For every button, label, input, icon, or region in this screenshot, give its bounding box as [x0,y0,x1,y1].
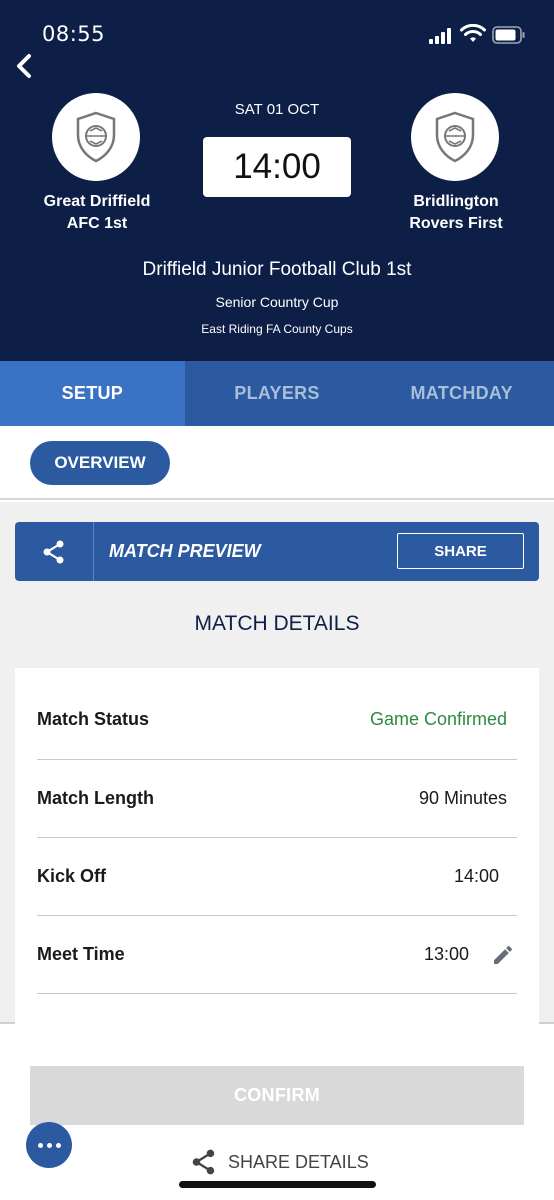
tab-setup[interactable]: SETUP [0,361,185,426]
overview-pill-button[interactable]: OVERVIEW [30,441,170,485]
competition-name: Senior Country Cup [215,294,339,310]
share-button[interactable]: SHARE [397,533,524,569]
match-header: 08:55 Great Driffield AFC 1st SAT 01 OCT… [0,0,554,361]
away-team-name: Bridlington Rovers First [381,191,531,235]
home-team-name-line2: AFC 1st [66,215,128,232]
detail-row-match-length[interactable]: Match Length 90 Minutes [37,760,517,838]
back-chevron-icon[interactable] [10,50,40,82]
share-icon [43,540,64,563]
detail-label: Meet Time [37,944,125,964]
detail-value: Game Confirmed [369,709,507,729]
club-name: Driffield Junior Football Club 1st [142,259,412,280]
league-name: East Riding FA County Cups [201,322,353,336]
signal-icon [429,28,453,44]
shield-ball-icon [435,111,475,163]
home-indicator [179,1181,376,1188]
home-team-name: Great Driffield AFC 1st [22,191,172,235]
tab-bar: SETUP PLAYERS MATCHDAY [0,361,554,426]
battery-icon [492,26,525,44]
home-team-name-line1: Great Driffield [43,193,151,210]
tab-matchday[interactable]: MATCHDAY [369,361,554,426]
match-details-card: Match Status Game Confirmed Match Length… [15,668,539,1024]
detail-label: Kick Off [37,866,107,886]
confirm-button[interactable]: CONFIRM [30,1066,524,1125]
tab-players[interactable]: PLAYERS [185,361,370,426]
more-dots-icon [46,1142,52,1148]
away-team-crest [411,93,499,181]
pencil-icon[interactable] [491,943,515,967]
detail-value: 13:00 [423,944,469,964]
detail-value: 14:00 [453,866,499,886]
away-team-name-line2: Rovers First [409,215,503,232]
more-dots-icon [55,1142,61,1148]
detail-row-match-status[interactable]: Match Status Game Confirmed [37,668,517,760]
share-details-button[interactable]: SHARE DETAILS [190,1146,369,1178]
status-time: 08:55 [42,22,106,46]
share-icon [192,1149,215,1175]
detail-row-kick-off[interactable]: Kick Off 14:00 [37,838,517,916]
match-preview-bar: MATCH PREVIEW SHARE [15,522,539,581]
more-dots-icon [37,1142,43,1148]
kick-off-time: 14:00 [203,137,351,197]
share-details-label: SHARE DETAILS [228,1151,369,1172]
status-bar: 08:55 [0,0,554,60]
detail-label: Match Length [37,788,154,808]
away-team-name-line1: Bridlington [413,193,499,210]
match-preview-title: MATCH PREVIEW [109,541,261,561]
setup-content: MATCH PREVIEW SHARE MATCH DETAILS Match … [0,502,554,1024]
detail-value: 90 Minutes [418,788,507,808]
preview-share-button[interactable] [15,522,94,581]
match-details-title: MATCH DETAILS [194,612,360,635]
sub-nav: OVERVIEW [0,426,554,500]
wifi-icon [460,24,486,42]
detail-label: Match Status [37,709,150,729]
shield-ball-icon [76,111,116,163]
more-options-button[interactable] [26,1122,72,1168]
detail-row-meet-time[interactable]: Meet Time 13:00 [37,916,517,994]
match-date: SAT 01 OCT [234,101,320,118]
home-team-crest [52,93,140,181]
